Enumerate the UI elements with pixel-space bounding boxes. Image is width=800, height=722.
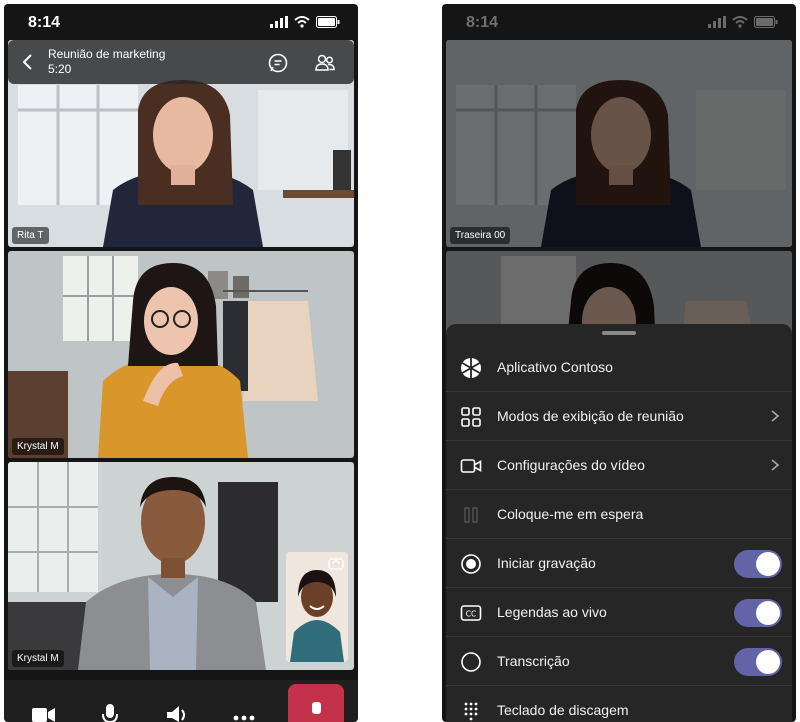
sheet-drag-handle[interactable] bbox=[602, 331, 636, 335]
menu-item-transcription[interactable]: Transcrição bbox=[446, 638, 792, 686]
toggle-knob bbox=[756, 601, 780, 625]
menu-item-label: Configurações do vídeo bbox=[497, 457, 645, 473]
back-arrow-icon[interactable] bbox=[18, 52, 38, 72]
menu-item-contoso-app[interactable]: Aplicativo Contoso bbox=[446, 344, 792, 392]
menu-item-meeting-view-modes[interactable]: Modos de exibição de reunião bbox=[446, 393, 792, 441]
recording-toggle[interactable] bbox=[734, 550, 782, 578]
signal-icon bbox=[708, 16, 726, 28]
status-time: 8:14 bbox=[466, 14, 499, 31]
pause-icon bbox=[464, 507, 478, 523]
transcription-toggle[interactable] bbox=[734, 648, 782, 676]
menu-item-live-captions[interactable]: CC Legendas ao vivo bbox=[446, 589, 792, 637]
dim-overlay bbox=[446, 40, 792, 247]
captions-toggle[interactable] bbox=[734, 599, 782, 627]
menu-item-label: Transcrição bbox=[497, 653, 570, 669]
battery-icon bbox=[754, 16, 778, 28]
meeting-title: Reunião de marketing bbox=[48, 47, 166, 61]
toggle-knob bbox=[756, 650, 780, 674]
menu-item-put-on-hold[interactable]: Coloque-me em espera bbox=[446, 491, 792, 539]
chevron-right-icon bbox=[771, 410, 780, 422]
meeting-elapsed-time: 5:20 bbox=[48, 62, 72, 76]
switch-camera-icon[interactable] bbox=[328, 556, 344, 570]
status-bar: 8:14 bbox=[4, 4, 358, 40]
transcription-icon bbox=[461, 652, 481, 672]
phone-hangup-icon bbox=[312, 702, 321, 714]
contoso-app-icon bbox=[461, 358, 481, 378]
participant-name-tag: Traseira 00 bbox=[450, 227, 511, 244]
toggle-knob bbox=[756, 552, 780, 576]
signal-icon bbox=[270, 16, 288, 28]
status-icons bbox=[708, 16, 778, 28]
chat-icon[interactable] bbox=[267, 52, 289, 74]
participant-name-tag: Krystal M bbox=[12, 438, 64, 455]
participant-name-tag: Rita T bbox=[12, 227, 49, 244]
menu-item-start-recording[interactable]: Iniciar gravação bbox=[446, 540, 792, 588]
hang-up-button[interactable] bbox=[288, 684, 344, 722]
meeting-screen: 8:14 Rita T Reunião de marketing 5:20 Kr… bbox=[4, 4, 358, 722]
speaker-icon[interactable] bbox=[164, 700, 190, 722]
menu-item-label: Modos de exibição de reunião bbox=[497, 408, 684, 424]
menu-item-label: Legendas ao vivo bbox=[497, 604, 607, 620]
wifi-icon bbox=[294, 16, 310, 28]
video-tile-2[interactable]: Krystal M bbox=[8, 251, 354, 458]
battery-icon bbox=[316, 16, 340, 28]
captions-icon: CC bbox=[460, 605, 482, 621]
more-options-icon[interactable] bbox=[231, 700, 257, 722]
svg-text:CC: CC bbox=[466, 610, 476, 619]
self-view-preview[interactable] bbox=[286, 552, 348, 662]
wifi-icon bbox=[732, 16, 748, 28]
record-icon bbox=[461, 554, 481, 574]
menu-item-label: Coloque-me em espera bbox=[497, 506, 644, 522]
video-camera-icon[interactable] bbox=[30, 700, 56, 722]
menu-item-label: Teclado de discagem bbox=[497, 702, 629, 718]
chevron-right-icon bbox=[771, 459, 780, 471]
menu-item-dial-pad[interactable]: Teclado de discagem bbox=[446, 687, 792, 722]
menu-item-label: Iniciar gravação bbox=[497, 555, 596, 571]
menu-item-video-settings[interactable]: Configurações do vídeo bbox=[446, 442, 792, 490]
status-time: 8:14 bbox=[28, 14, 61, 31]
video-tile-3[interactable]: Krystal M bbox=[8, 462, 354, 670]
participants-icon[interactable] bbox=[314, 52, 336, 74]
status-bar: 8:14 bbox=[442, 4, 796, 40]
status-icons bbox=[270, 16, 340, 28]
participant-video bbox=[8, 251, 354, 458]
participant-name-tag: Krystal M bbox=[12, 650, 64, 667]
grid-icon bbox=[461, 407, 481, 427]
more-options-screen: 8:14 Traseira 00 Aplicativo Contoso Modo… bbox=[442, 4, 796, 722]
call-controls bbox=[4, 680, 358, 722]
menu-item-label: Aplicativo Contoso bbox=[497, 359, 613, 375]
meeting-header: Reunião de marketing 5:20 bbox=[8, 40, 354, 84]
microphone-icon[interactable] bbox=[97, 700, 123, 722]
dialpad-icon bbox=[464, 702, 478, 721]
more-options-sheet: Aplicativo Contoso Modos de exibição de … bbox=[446, 324, 792, 722]
video-camera-icon bbox=[460, 459, 482, 473]
video-tile-1: Traseira 00 bbox=[446, 40, 792, 247]
